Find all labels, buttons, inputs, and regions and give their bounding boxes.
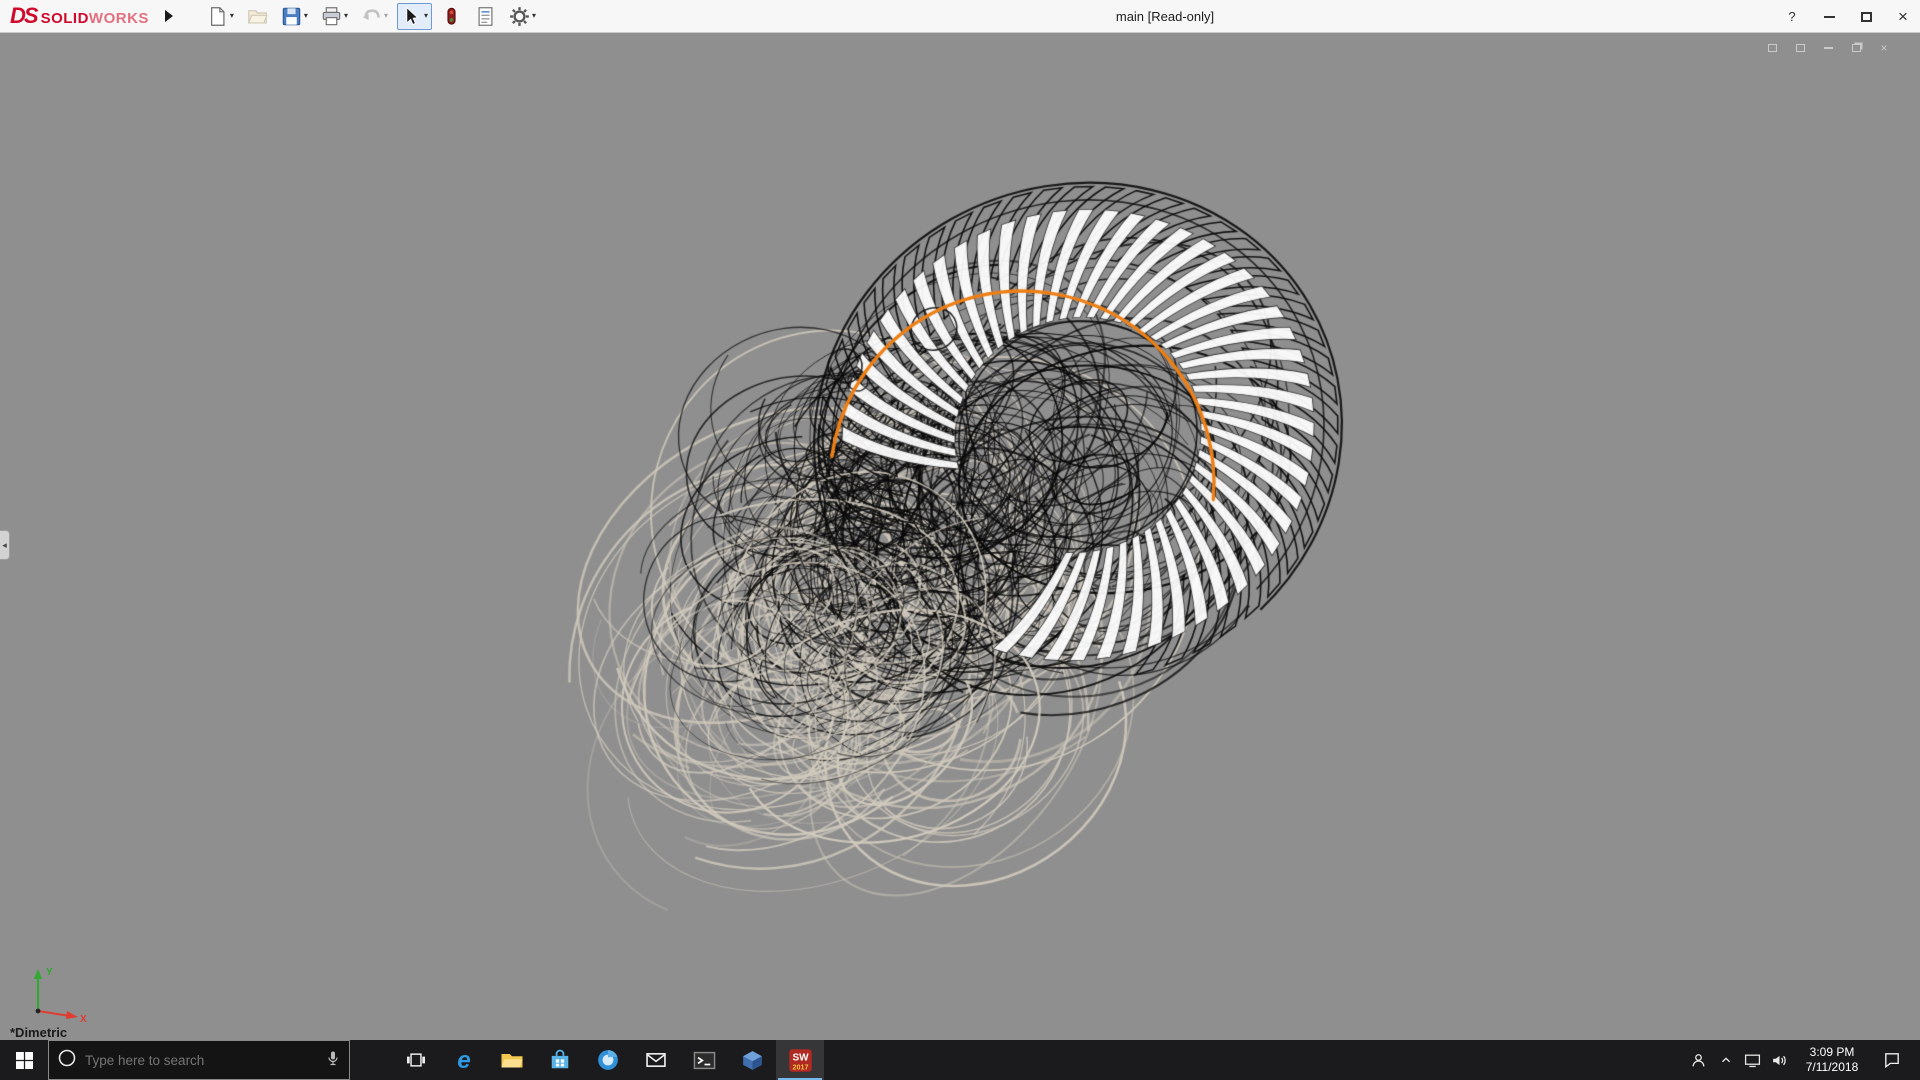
- edge-icon: e: [451, 1047, 477, 1073]
- minimize-button[interactable]: [1820, 8, 1838, 26]
- featuremanager-collapse-tab[interactable]: ◂: [0, 530, 10, 560]
- options-icon: [509, 6, 530, 27]
- logo-works: WORKS: [88, 10, 149, 27]
- taskbar-terminal-button[interactable]: [680, 1040, 728, 1080]
- new-document-icon: [207, 6, 228, 27]
- open-button[interactable]: [243, 3, 272, 30]
- undo-icon: [361, 6, 382, 27]
- search-input[interactable]: [85, 1052, 317, 1068]
- child-window-controls: ×: [1764, 41, 1892, 55]
- new-document-dropdown-caret-icon[interactable]: ▾: [230, 12, 234, 20]
- triad-x-label: X: [80, 1014, 87, 1025]
- orientation-triad: Y X: [34, 967, 87, 1025]
- logo-solid: SOLID: [40, 10, 89, 27]
- windows-taskbar: e SW2017 3:09 PM 7/11/2018: [0, 1040, 1920, 1080]
- svg-text:2017: 2017: [792, 1063, 808, 1071]
- child-restore-icon: [1851, 44, 1861, 52]
- tray-display-button[interactable]: [1739, 1052, 1766, 1069]
- rebuild-button[interactable]: [437, 3, 466, 30]
- child-float-button[interactable]: [1792, 41, 1808, 55]
- new-document-button[interactable]: ▾: [203, 3, 238, 30]
- taskbar-browser-button[interactable]: [584, 1040, 632, 1080]
- task-view-icon: [407, 1051, 425, 1069]
- child-minimize-icon: [1823, 47, 1833, 49]
- child-dock-button[interactable]: [1764, 41, 1780, 55]
- minimize-icon: [1823, 15, 1835, 18]
- clock-time: 3:09 PM: [1809, 1045, 1855, 1059]
- titlebar: DS SOLID WORKS ▾ ▾ ▾ ▾ ▾ ▾ main [Read-only] ? ×: [0, 0, 1920, 33]
- taskbar-task-view-button[interactable]: [392, 1040, 440, 1080]
- terminal-icon: [693, 1049, 716, 1072]
- tray-chevron-up-button[interactable]: [1712, 1053, 1739, 1067]
- rebuild-icon: [441, 6, 462, 27]
- select-dropdown-caret-icon[interactable]: ▾: [424, 12, 428, 20]
- select-button[interactable]: ▾: [396, 2, 432, 30]
- file-properties-icon: [475, 6, 496, 27]
- save-button[interactable]: ▾: [277, 3, 312, 30]
- graphics-viewport: × ◂ Y X *Dimetric: [0, 33, 1920, 1040]
- taskbar-solidworks-button[interactable]: SW 2017: [776, 1040, 824, 1080]
- options-button[interactable]: ▾: [505, 3, 540, 30]
- solidworks-icon: SW 2017: [788, 1048, 813, 1073]
- print-button[interactable]: ▾: [317, 3, 352, 30]
- file-properties-button[interactable]: [471, 3, 500, 30]
- file-explorer-icon: [500, 1048, 524, 1072]
- taskbar-search[interactable]: [48, 1040, 350, 1080]
- taskbar-edge-button[interactable]: e: [440, 1040, 488, 1080]
- taskbar-store-button[interactable]: [536, 1040, 584, 1080]
- taskbar-clock[interactable]: 3:09 PM 7/11/2018: [1793, 1045, 1871, 1075]
- open-icon: [247, 6, 268, 27]
- maximize-icon: [1860, 11, 1872, 22]
- save-icon: [281, 6, 302, 27]
- cad-cube-icon: [741, 1049, 764, 1072]
- select-icon: [401, 6, 422, 27]
- volume-icon: [1771, 1052, 1788, 1069]
- taskbar-file-explorer-button[interactable]: [488, 1040, 536, 1080]
- system-tray: 3:09 PM 7/11/2018: [1685, 1040, 1920, 1080]
- child-dock-icon: [1767, 44, 1777, 52]
- view-orientation-label: *Dimetric: [10, 1025, 68, 1040]
- clock-date: 7/11/2018: [1805, 1060, 1859, 1074]
- tray-person-button[interactable]: [1685, 1052, 1712, 1069]
- svg-text:SW: SW: [792, 1052, 809, 1063]
- store-icon: [549, 1049, 571, 1071]
- save-dropdown-caret-icon[interactable]: ▾: [304, 12, 308, 20]
- action-center-button[interactable]: [1871, 1051, 1913, 1069]
- child-close-button[interactable]: ×: [1876, 41, 1892, 55]
- cortana-icon: [57, 1048, 77, 1073]
- triad-y-label: Y: [46, 967, 53, 978]
- taskbar-cad-cube-button[interactable]: [728, 1040, 776, 1080]
- options-dropdown-caret-icon[interactable]: ▾: [532, 12, 536, 20]
- quick-toolbar: ▾ ▾ ▾ ▾ ▾ ▾: [203, 2, 540, 30]
- start-button[interactable]: [0, 1040, 48, 1080]
- logo-ds: DS: [10, 3, 39, 28]
- undo-dropdown-caret-icon[interactable]: ▾: [384, 12, 388, 20]
- maximize-button[interactable]: [1857, 8, 1875, 26]
- chevron-up-icon: [1719, 1053, 1733, 1067]
- mail-icon: [645, 1049, 667, 1071]
- menu-flyout-arrow-icon[interactable]: [164, 10, 173, 22]
- help-button[interactable]: ?: [1783, 8, 1801, 26]
- browser-icon: [596, 1048, 620, 1072]
- display-icon: [1744, 1052, 1761, 1069]
- window-controls: ? ×: [1783, 0, 1912, 33]
- person-icon: [1690, 1052, 1707, 1069]
- print-icon: [321, 6, 342, 27]
- solidworks-logo: DS SOLID WORKS: [0, 3, 149, 29]
- svg-text:e: e: [457, 1047, 471, 1073]
- print-dropdown-caret-icon[interactable]: ▾: [344, 12, 348, 20]
- cad-model-canvas[interactable]: [0, 33, 1920, 1040]
- child-minimize-button[interactable]: [1820, 41, 1836, 55]
- microphone-icon[interactable]: [325, 1050, 341, 1071]
- close-button[interactable]: ×: [1894, 7, 1912, 26]
- tray-volume-button[interactable]: [1766, 1052, 1793, 1069]
- taskbar-mail-button[interactable]: [632, 1040, 680, 1080]
- undo-button[interactable]: ▾: [357, 3, 392, 30]
- child-float-icon: [1795, 44, 1805, 52]
- taskbar-apps: e SW 2017: [392, 1040, 824, 1080]
- document-title: main [Read-only]: [1115, 9, 1215, 24]
- child-restore-button[interactable]: [1848, 41, 1864, 55]
